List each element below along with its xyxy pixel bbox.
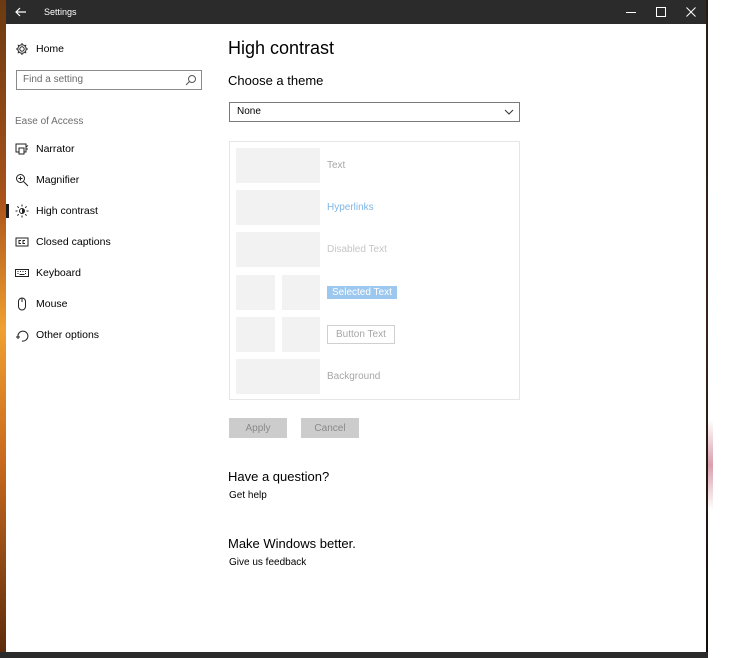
disabled-text-color-swatch[interactable] — [236, 232, 320, 267]
magnifier-icon — [16, 174, 29, 187]
question-heading: Have a question? — [228, 469, 330, 484]
sidebar-item-label: Narrator — [36, 143, 75, 155]
window-title: Settings — [44, 7, 77, 17]
sidebar-item-other-options[interactable]: Other options — [6, 321, 221, 349]
mouse-icon — [18, 297, 26, 311]
preview-disabled-text: Disabled Text — [327, 244, 387, 255]
page-title: High contrast — [228, 38, 335, 58]
maximize-icon — [656, 7, 666, 17]
settings-window: Settings Home Find a setting Ease of Acc… — [6, 0, 706, 652]
theme-preview: Text Hyperlinks Disabled Text Selected T… — [229, 141, 520, 400]
sidebar-item-label: Keyboard — [36, 267, 81, 279]
close-icon — [686, 7, 696, 17]
active-indicator — [6, 204, 9, 218]
gear-icon — [16, 43, 28, 55]
theme-dropdown[interactable]: None — [229, 102, 520, 122]
sidebar: Home Find a setting Ease of Access Narra… — [6, 24, 221, 652]
sidebar-item-label: Other options — [36, 329, 100, 341]
other-options-icon — [16, 330, 29, 342]
narrator-icon — [15, 143, 29, 155]
main-content: High contrast Choose a theme None Text H… — [228, 24, 698, 652]
section-label: Ease of Access — [15, 116, 84, 127]
get-help-link[interactable]: Get help — [229, 490, 267, 501]
button-face-color-swatch[interactable] — [282, 317, 320, 352]
sidebar-item-label: Home — [36, 43, 65, 55]
sidebar-item-narrator[interactable]: Narrator — [6, 135, 221, 163]
background-color-swatch[interactable] — [236, 359, 320, 394]
keyboard-icon — [15, 269, 29, 277]
sidebar-item-high-contrast[interactable]: High contrast — [6, 197, 221, 225]
text-color-swatch[interactable] — [236, 148, 320, 183]
preview-button-text: Button Text — [327, 325, 395, 344]
close-button[interactable] — [676, 0, 706, 24]
sidebar-item-magnifier[interactable]: Magnifier — [6, 166, 221, 194]
sidebar-item-keyboard[interactable]: Keyboard — [6, 259, 221, 287]
theme-dropdown-value: None — [237, 106, 261, 117]
sidebar-item-label: Magnifier — [36, 174, 80, 186]
minimize-icon — [626, 12, 636, 13]
search-input[interactable]: Find a setting — [16, 70, 202, 90]
button-text-color-swatch[interactable] — [236, 317, 275, 352]
back-button[interactable] — [6, 0, 36, 24]
sidebar-item-label: Mouse — [36, 298, 68, 310]
desktop-edge — [706, 0, 750, 658]
high-contrast-icon — [15, 204, 29, 218]
preview-selected-text: Selected Text — [327, 286, 397, 299]
hyperlink-color-swatch[interactable] — [236, 190, 320, 225]
sidebar-item-label: Closed captions — [36, 236, 111, 248]
title-bar: Settings — [6, 0, 706, 24]
apply-button[interactable]: Apply — [229, 418, 287, 438]
selected-text-color-swatch[interactable] — [236, 275, 275, 310]
selected-background-color-swatch[interactable] — [282, 275, 320, 310]
sidebar-item-closed-captions[interactable]: Closed captions — [6, 228, 221, 256]
search-placeholder: Find a setting — [23, 74, 84, 85]
window-bottom-border — [0, 652, 708, 658]
preview-text: Text — [327, 160, 346, 171]
preview-background: Background — [327, 371, 381, 382]
sidebar-item-label: High contrast — [36, 205, 98, 217]
closed-captions-icon — [15, 237, 29, 247]
sidebar-item-mouse[interactable]: Mouse — [6, 290, 221, 318]
sidebar-item-home[interactable]: Home — [6, 35, 221, 63]
cancel-button[interactable]: Cancel — [301, 418, 359, 438]
chevron-down-icon — [504, 109, 514, 115]
search-icon — [185, 75, 196, 86]
feedback-heading: Make Windows better. — [228, 536, 356, 551]
maximize-button[interactable] — [646, 0, 676, 24]
minimize-button[interactable] — [616, 0, 646, 24]
back-arrow-icon — [15, 7, 26, 17]
theme-heading: Choose a theme — [228, 73, 324, 88]
preview-hyperlinks: Hyperlinks — [327, 202, 374, 213]
feedback-link[interactable]: Give us feedback — [229, 557, 306, 568]
